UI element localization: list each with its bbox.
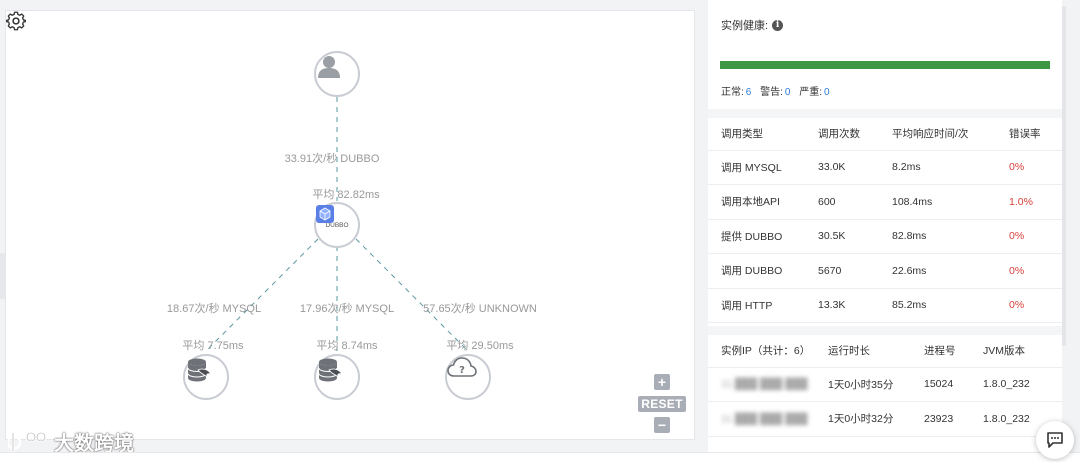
- edge-rate-label: 57.65次/秒 UNKNOWN: [423, 303, 537, 315]
- database-icon: [187, 358, 212, 382]
- error-rate-cell: 1.0%: [1009, 184, 1062, 220]
- user-icon: [318, 56, 340, 78]
- error-rate-cell: 0%: [1009, 219, 1062, 254]
- column-header: 错误率: [1009, 118, 1062, 151]
- info-icon[interactable]: i: [772, 19, 784, 31]
- edge-avg-label: 平均 29.50ms: [446, 340, 514, 352]
- edge-service-db1: [205, 238, 319, 352]
- table-row[interactable]: 调用 MYSQL 33.0K 8.2ms 0%: [708, 150, 1062, 185]
- call-type-cell: 调用本地API: [708, 184, 818, 220]
- normal-count: 6: [745, 87, 752, 98]
- table-header-row: 实例IP（共计：6） 运行时长 进程号 JVM版本: [708, 335, 1062, 368]
- call-type-cell: 调用 DUBBO: [708, 253, 818, 289]
- node-unknown[interactable]: ?: [445, 354, 491, 400]
- jvm-version-cell: 1.8.0_232: [983, 367, 1062, 402]
- critical-count: 0: [824, 87, 830, 98]
- call-count-cell: 33.0K: [818, 150, 892, 185]
- uptime-cell: 1天0小时32分: [828, 401, 924, 437]
- zoom-in-button[interactable]: +: [654, 374, 670, 390]
- app-root: 33.91次/秒 DUBBO 平均 82.82ms 18.67次/秒 MYSQL…: [0, 0, 1080, 462]
- section-divider: [708, 109, 1062, 118]
- instance-ip-cell: 11.███ ███ ███: [708, 367, 828, 402]
- critical-label: 严重:: [799, 87, 823, 98]
- column-header: 运行时长: [828, 335, 924, 368]
- table-row[interactable]: 11.███ ███ ███ 1天0小时35分 15024 1.8.0_232: [708, 367, 1062, 402]
- health-bar-fill: [720, 61, 1050, 69]
- instance-ip-cell: 11.███ ███ ███: [708, 401, 828, 437]
- column-header: JVM版本: [983, 335, 1062, 368]
- edge-service-unknown: [355, 238, 469, 352]
- edge-avg-label: 平均 8.74ms: [316, 340, 378, 352]
- column-header: 进程号: [924, 335, 983, 368]
- topology-panel[interactable]: 33.91次/秒 DUBBO 平均 82.82ms 18.67次/秒 MYSQL…: [5, 10, 695, 440]
- dubbo-cube-icon: [316, 205, 334, 223]
- database-icon: [318, 358, 343, 382]
- column-header: 实例IP（共计：6）: [708, 335, 828, 368]
- avg-time-cell: 82.8ms: [892, 219, 1009, 254]
- side-collapse-handle[interactable]: [0, 253, 6, 299]
- node-user[interactable]: [314, 51, 360, 97]
- call-count-cell: 30.5K: [818, 219, 892, 254]
- normal-label: 正常:: [721, 87, 744, 98]
- node-database-2[interactable]: [314, 354, 360, 400]
- table-row[interactable]: 提供 DUBBO 30.5K 82.8ms 0%: [708, 219, 1062, 254]
- zoom-out-button[interactable]: −: [654, 417, 670, 433]
- call-count-cell: 600: [818, 184, 892, 220]
- unknown-cloud-icon: ?: [447, 357, 477, 377]
- pid-cell: 15024: [924, 367, 983, 402]
- reset-button[interactable]: RESET: [638, 396, 686, 412]
- edge-rate-label: 33.91次/秒 DUBBO: [284, 153, 380, 165]
- table-header-row: 调用类型 调用次数 平均响应时间/次 错误率: [708, 118, 1062, 151]
- chat-button[interactable]: [1036, 421, 1074, 459]
- edge-avg-label: 平均 82.82ms: [312, 189, 380, 201]
- warning-count: 0: [784, 87, 791, 98]
- health-stats: 正常: 6 警告: 0 严重: 0: [721, 83, 836, 98]
- call-stats-table: 调用类型 调用次数 平均响应时间/次 错误率 调用 MYSQL 33.0K 8.…: [708, 118, 1062, 323]
- call-type-cell: 调用 HTTP: [708, 288, 818, 323]
- instance-ip-value: 11.███ ███ ███: [721, 378, 808, 391]
- node-database-1[interactable]: [183, 354, 229, 400]
- right-panel-scrollbar[interactable]: [1062, 6, 1066, 346]
- node-service[interactable]: DUBBO: [314, 202, 360, 248]
- edge-avg-label: 平均 7.75ms: [182, 340, 244, 352]
- error-rate-cell: 0%: [1009, 150, 1062, 185]
- health-bar: [720, 61, 1050, 69]
- table-row[interactable]: 调用 DUBBO 5670 22.6ms 0%: [708, 253, 1062, 289]
- watermark-logo-icon: [8, 431, 47, 452]
- uptime-cell: 1天0小时35分: [828, 367, 924, 402]
- call-count-cell: 13.3K: [818, 288, 892, 323]
- column-header: 平均响应时间/次: [892, 118, 1009, 151]
- avg-time-cell: 8.2ms: [892, 150, 1009, 185]
- pid-cell: 23923: [924, 401, 983, 437]
- bottom-strip: [0, 452, 1080, 462]
- table-row[interactable]: 调用本地API 600 108.4ms 1.0%: [708, 184, 1062, 220]
- error-rate-cell: 0%: [1009, 288, 1062, 323]
- instance-detail-panel: 实例健康: i 正常: 6 警告: 0 严重: 0 调用类型 调用次数 平均响应时间/…: [708, 0, 1062, 462]
- table-row[interactable]: 11.███ ███ ███ 1天0小时32分 23923 1.8.0_232: [708, 401, 1062, 437]
- instance-ip-value: 11.███ ███ ███: [721, 412, 808, 425]
- warning-label: 警告:: [760, 87, 783, 98]
- call-count-cell: 5670: [818, 253, 892, 289]
- column-header: 调用类型: [708, 118, 818, 151]
- avg-time-cell: 22.6ms: [892, 253, 1009, 289]
- svg-text:?: ?: [459, 365, 465, 376]
- instance-table: 实例IP（共计：6） 运行时长 进程号 JVM版本 11.███ ███ ███…: [708, 335, 1062, 437]
- health-title: 实例健康:: [721, 20, 769, 32]
- edge-rate-label: 17.96次/秒 MYSQL: [299, 303, 395, 315]
- call-type-cell: 调用 MYSQL: [708, 150, 818, 185]
- error-rate-cell: 0%: [1009, 253, 1062, 289]
- chat-icon: [1047, 432, 1063, 448]
- avg-time-cell: 108.4ms: [892, 184, 1009, 220]
- table-row[interactable]: 调用 HTTP 13.3K 85.2ms 0%: [708, 288, 1062, 323]
- column-header: 调用次数: [818, 118, 892, 151]
- section-divider: [708, 326, 1062, 335]
- call-type-cell: 提供 DUBBO: [708, 219, 818, 254]
- settings-gear-icon[interactable]: [6, 11, 26, 31]
- avg-time-cell: 85.2ms: [892, 288, 1009, 323]
- edge-rate-label: 18.67次/秒 MYSQL: [166, 303, 262, 315]
- health-header: 实例健康: i: [721, 17, 784, 33]
